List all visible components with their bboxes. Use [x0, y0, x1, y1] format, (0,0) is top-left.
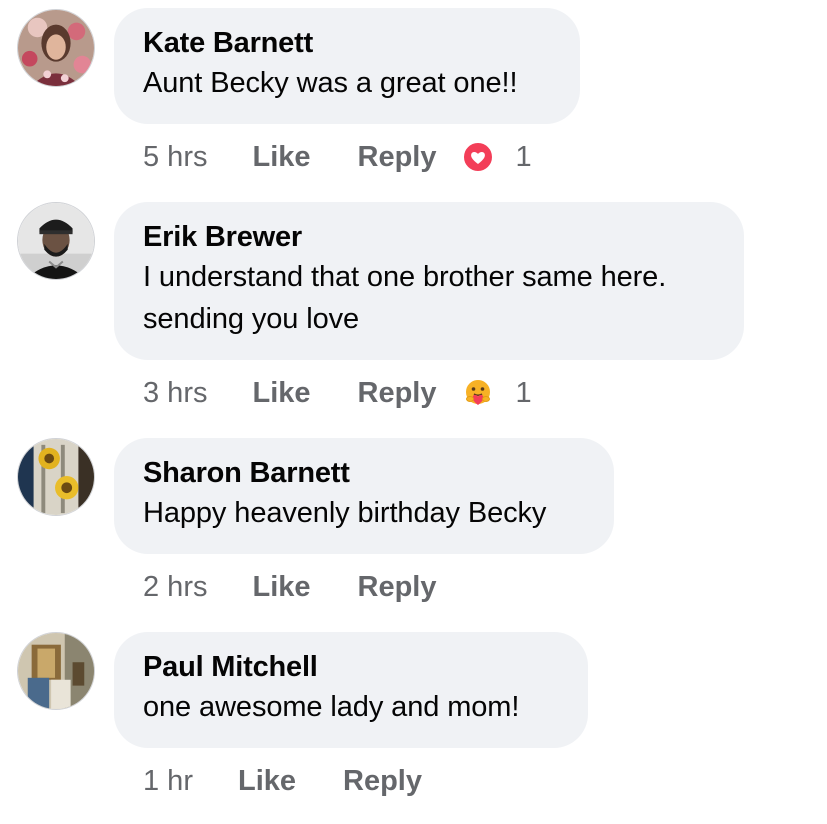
comment-timestamp[interactable]: 5 hrs	[143, 137, 207, 177]
care-reaction-icon[interactable]	[462, 377, 494, 409]
comment-text: I understand that one brother same here.…	[143, 261, 667, 335]
avatar[interactable]	[17, 9, 95, 87]
reply-button[interactable]: Reply	[358, 373, 437, 413]
comment-text: one awesome lady and mom!	[143, 691, 520, 723]
comment-author[interactable]: Kate Barnett	[143, 26, 552, 60]
comment-timestamp[interactable]: 2 hrs	[143, 567, 207, 607]
comment-actions: 2 hrs Like Reply	[143, 567, 437, 607]
avatar[interactable]	[17, 202, 95, 280]
comment-timestamp[interactable]: 3 hrs	[143, 373, 207, 413]
comment-actions: 1 hr Like Reply	[143, 761, 422, 801]
comment-bubble: Sharon Barnett Happy heavenly birthday B…	[114, 438, 614, 554]
like-button[interactable]: Like	[252, 373, 310, 413]
avatar[interactable]	[17, 438, 95, 516]
avatar[interactable]	[17, 632, 95, 710]
reply-button[interactable]: Reply	[358, 567, 437, 607]
comment-actions: 5 hrs Like Reply 1	[143, 137, 532, 177]
reaction-count[interactable]: 1	[516, 373, 532, 413]
like-button[interactable]: Like	[252, 567, 310, 607]
comment-author[interactable]: Erik Brewer	[143, 220, 716, 254]
comment-actions: 3 hrs Like Reply 1	[143, 373, 532, 413]
comment-author[interactable]: Sharon Barnett	[143, 456, 586, 490]
love-reaction-icon[interactable]	[461, 141, 494, 173]
reply-button[interactable]: Reply	[358, 137, 437, 177]
comment-author[interactable]: Paul Mitchell	[143, 650, 560, 684]
comment-timestamp[interactable]: 1 hr	[143, 761, 193, 801]
like-button[interactable]: Like	[252, 137, 310, 177]
like-button[interactable]: Like	[238, 761, 296, 801]
comment-bubble: Kate Barnett Aunt Becky was a great one!…	[114, 8, 580, 124]
comment-text: Happy heavenly birthday Becky	[143, 497, 547, 529]
comment-bubble: Erik Brewer I understand that one brothe…	[114, 202, 744, 360]
reply-button[interactable]: Reply	[343, 761, 422, 801]
comment-text: Aunt Becky was a great one!!	[143, 67, 518, 99]
reaction-count[interactable]: 1	[516, 137, 532, 177]
comment-bubble: Paul Mitchell one awesome lady and mom!	[114, 632, 588, 748]
